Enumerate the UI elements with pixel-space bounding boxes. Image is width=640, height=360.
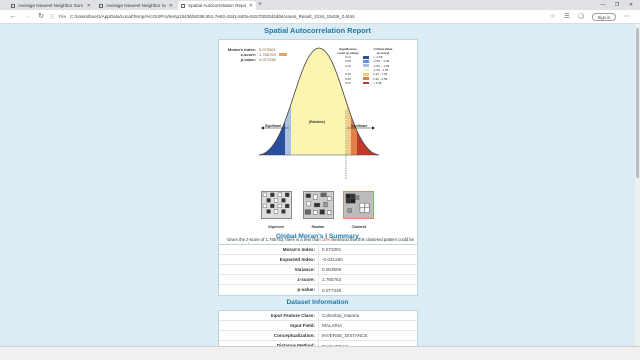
report-page: Spatial Autocorrelation Report Moran's I… bbox=[0, 24, 640, 346]
dispersed-label: Dispersed bbox=[268, 225, 284, 229]
page-icon bbox=[181, 3, 185, 8]
stats-box: Moran's Index: 0.073301 z-score: 1.765763 … bbox=[226, 47, 287, 62]
close-icon[interactable]: ✕ bbox=[169, 3, 173, 9]
new-tab-button[interactable]: + bbox=[258, 1, 262, 9]
tab-average-nearest-neighbor-1[interactable]: Average Nearest Neighbor Sum ✕ bbox=[8, 1, 94, 10]
back-arrow-icon: ← bbox=[9, 13, 17, 20]
random-pattern-label: Random bbox=[311, 225, 325, 229]
stat-value: 0.077436 bbox=[259, 57, 276, 62]
maximize-button[interactable]: ❐ bbox=[610, 0, 624, 10]
address-bar[interactable]: ⓘ File C:/Users/boel1/AppData/Local/Temp/A… bbox=[50, 12, 540, 22]
forward-button[interactable]: → bbox=[22, 12, 32, 22]
tab-title: Spatial Autocorrelation Report bbox=[188, 3, 246, 8]
scrollbar-thumb[interactable] bbox=[636, 28, 639, 178]
row-label: p-value: bbox=[219, 285, 319, 295]
back-button[interactable]: ← bbox=[8, 12, 18, 22]
legend-swatch bbox=[363, 64, 369, 68]
tab-strip: Average Nearest Neighbor Sum ✕ Average N… bbox=[0, 0, 640, 10]
clustered-pattern-image bbox=[343, 191, 374, 219]
tab-spatial-autocorrelation[interactable]: Spatial Autocorrelation Report ✕ bbox=[178, 1, 256, 10]
row-value: Colombia_malaria bbox=[322, 313, 360, 318]
reload-icon: ↻ bbox=[38, 13, 44, 20]
legend-swatch bbox=[363, 72, 369, 76]
legend-swatch bbox=[363, 81, 369, 85]
taskbar bbox=[0, 346, 640, 360]
random-pattern-image bbox=[303, 191, 334, 219]
reload-button[interactable]: ↻ bbox=[36, 12, 46, 22]
right-significant-label: Significant bbox=[351, 124, 368, 128]
left-significant-label: Significant bbox=[265, 124, 282, 128]
row-label: Moran's Index: bbox=[219, 245, 319, 254]
collections-icon[interactable]: ❏ bbox=[576, 12, 586, 22]
legend-swatch bbox=[363, 68, 369, 72]
info-icon: ⓘ bbox=[50, 14, 55, 19]
dataset-info-table: Input Feature Class: Colombia_malaria Inpu… bbox=[218, 310, 418, 346]
row-label: Expected Index: bbox=[219, 255, 319, 264]
row-label: Input Field: bbox=[219, 321, 319, 330]
legend-row: 0.01 > 2.58 bbox=[337, 81, 393, 85]
row-value: 0.077436 bbox=[322, 287, 342, 293]
table-row: Input Field: MALARIA bbox=[219, 321, 417, 331]
close-window-button[interactable]: ✕ bbox=[624, 0, 638, 10]
row-value: MALARIA bbox=[322, 323, 343, 328]
legend-swatch bbox=[363, 77, 369, 81]
report-card: Moran's Index: 0.073301 z-score: 1.765763 … bbox=[218, 39, 418, 253]
row-value: 1.765763 bbox=[322, 277, 342, 282]
page-icon bbox=[99, 3, 103, 8]
global-morans-heading: Global Moran's I Summary bbox=[276, 233, 359, 240]
page-scrollbar[interactable] bbox=[635, 24, 640, 346]
row-label: Conceptualization: bbox=[219, 331, 319, 340]
tab-title: Average Nearest Neighbor Sum bbox=[18, 3, 84, 8]
dataset-info-heading: Dataset Information bbox=[286, 299, 349, 306]
page-title: Spatial Autocorrelation Report bbox=[264, 26, 371, 35]
table-row: Expected Index: -0.031250 bbox=[219, 255, 417, 265]
table-row: Input Feature Class: Colombia_malaria bbox=[219, 311, 417, 321]
tab-average-nearest-neighbor-2[interactable]: Average Nearest Neighbor Sum ✕ bbox=[96, 1, 176, 10]
legend-z-range: > 2.58 bbox=[373, 80, 382, 85]
zscore-swatch bbox=[278, 53, 287, 56]
tab-title: Average Nearest Neighbor Sum bbox=[106, 3, 166, 8]
table-row: Variance: 0.003506 bbox=[219, 265, 417, 275]
favorites-bar-icon[interactable]: ☰ bbox=[562, 12, 572, 22]
significance-legend: Significance Level (p-value) Critical Val… bbox=[337, 47, 393, 85]
legend-header-z: Critical Value (z-score) bbox=[373, 47, 393, 55]
url-text: C:/Users/boel1/AppData/Local/Temp/ArcGIS… bbox=[70, 14, 355, 19]
browser-toolbar: ← → ↻ ⓘ File C:/Users/boel1/AppData/Local/… bbox=[0, 10, 640, 24]
row-value: -0.031250 bbox=[322, 257, 343, 262]
row-label: Input Feature Class: bbox=[219, 311, 319, 320]
global-morans-table: Moran's Index: 0.073301 Expected Index: -0.… bbox=[218, 244, 418, 296]
table-row: Moran's Index: 0.073301 bbox=[219, 245, 417, 255]
dispersed-pattern-image bbox=[261, 191, 292, 219]
legend-swatch bbox=[363, 55, 369, 59]
scheme-label: File bbox=[58, 14, 67, 19]
page-icon bbox=[11, 3, 15, 8]
row-label: z-score: bbox=[219, 275, 319, 284]
row-value: 0.073301 bbox=[322, 247, 342, 252]
row-value: 0.003506 bbox=[322, 267, 342, 272]
clustered-label: Clustered bbox=[351, 225, 367, 229]
minimize-button[interactable]: — bbox=[596, 0, 610, 10]
close-icon[interactable]: ✕ bbox=[249, 3, 253, 9]
more-menu-icon[interactable]: ⋯ bbox=[622, 12, 632, 22]
legend-header-p: Significance Level (p-value) bbox=[337, 47, 359, 55]
table-row: Conceptualization: INVERSE_DISTANCE bbox=[219, 331, 417, 341]
close-icon[interactable]: ✕ bbox=[87, 3, 91, 9]
legend-p-value: 0.01 bbox=[345, 80, 351, 85]
stat-label: p-value: bbox=[240, 57, 256, 62]
sign-in-button[interactable]: Sign in bbox=[592, 13, 616, 21]
table-row: p-value: 0.077436 bbox=[219, 285, 417, 295]
random-label: (Random) bbox=[309, 120, 325, 124]
row-value: INVERSE_DISTANCE bbox=[322, 333, 368, 338]
table-row: z-score: 1.765763 bbox=[219, 275, 417, 285]
row-label: Variance: bbox=[219, 265, 319, 274]
legend-swatch bbox=[363, 60, 369, 63]
forward-arrow-icon: → bbox=[23, 13, 31, 20]
favorite-icon[interactable]: ☆ bbox=[548, 12, 558, 22]
